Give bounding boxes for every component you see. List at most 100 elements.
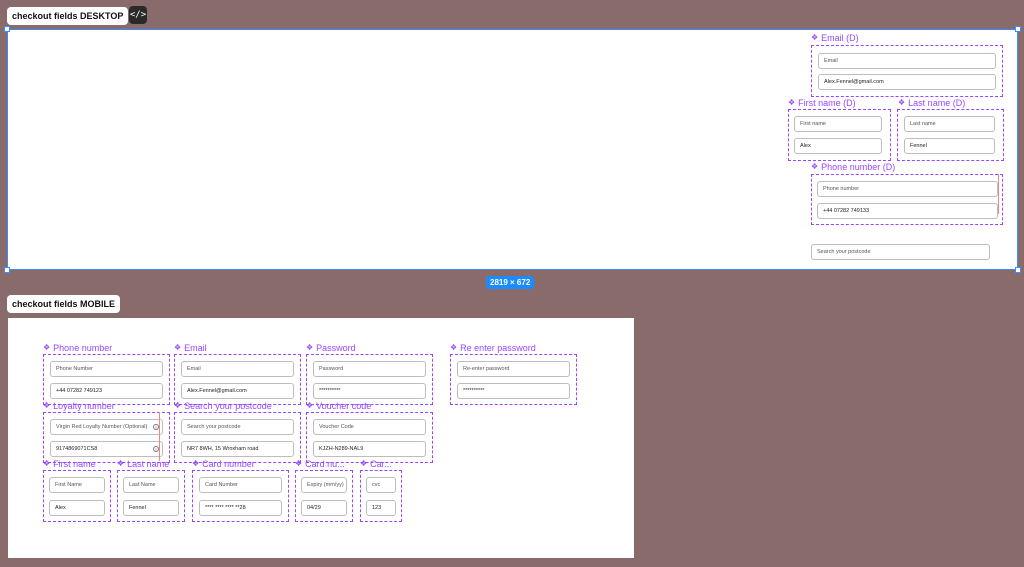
first-name-m-placeholder-field[interactable]: First Name <box>49 477 105 493</box>
desktop-frame-label[interactable]: checkout fields DESKTOP <box>7 7 129 25</box>
last-name-m-title-text: Last name <box>127 459 170 469</box>
loyalty-placeholder-text: Virgin Red Loyalty Number (Optional) <box>56 424 148 430</box>
loyalty-value-text: 9174869071CS8 <box>56 446 98 452</box>
card-number-m-component[interactable]: Card Number **** **** **** **28 <box>192 470 289 522</box>
last-name-d-title-text: Last name (D) <box>908 98 966 108</box>
postcode-m-title: ❖ Search your postcode <box>174 401 272 411</box>
card-expiry-m-component[interactable]: Expiry (mm/yy) 04/29 <box>295 470 353 522</box>
component-icon: ❖ <box>117 459 125 468</box>
component-icon: ❖ <box>811 33 819 42</box>
component-icon: ❖ <box>788 98 796 107</box>
password-m-title-text: Password <box>316 343 356 353</box>
email-m-title-text: Email <box>184 343 207 353</box>
first-name-m-component[interactable]: First Name Alex <box>43 470 111 522</box>
last-name-m-value-field[interactable]: Fennel <box>123 500 179 516</box>
desktop-frame[interactable]: ❖ Email (D) Email Alex.Fennel@gmail.com ❖… <box>4 26 1021 273</box>
resize-handle-tl[interactable] <box>4 26 10 32</box>
phone-m-component[interactable]: Phone Number +44 07282 749123 <box>43 354 170 405</box>
first-name-placeholder-field[interactable]: First name <box>794 116 882 132</box>
first-name-m-value-field[interactable]: Alex <box>49 500 105 516</box>
phone-m-placeholder-field[interactable]: Phone Number <box>50 361 163 377</box>
last-name-value-field[interactable]: Fennel <box>904 138 995 154</box>
email-d-title: ❖ Email (D) <box>811 33 859 43</box>
email-placeholder-field[interactable]: Email <box>818 53 996 69</box>
reenter-placeholder-field[interactable]: Re-enter password <box>457 361 570 377</box>
component-icon: ❖ <box>306 401 314 410</box>
frame-size-badge: 2819 × 672 <box>486 276 535 289</box>
code-icon[interactable]: </> <box>129 6 147 24</box>
voucher-placeholder-field[interactable]: Voucher Code <box>313 419 426 435</box>
component-icon: ❖ <box>43 343 51 352</box>
loyalty-value-field[interactable]: 9174869071CS8? <box>50 441 163 457</box>
postcode-m-component[interactable]: Search your postcode NR7 8WH, 15 Wroxham… <box>174 412 301 463</box>
first-name-d-component[interactable]: First name Alex <box>788 109 891 161</box>
phone-m-value-field[interactable]: +44 07282 749123 <box>50 383 163 399</box>
component-icon: ❖ <box>450 343 458 352</box>
voucher-m-component[interactable]: Voucher Code KJZH-N289-NAL9 <box>306 412 433 463</box>
card-number-m-title: ❖ Card number <box>192 459 255 469</box>
card-cvc-m-component[interactable]: cvc 123 <box>360 470 402 522</box>
password-value-field[interactable]: ********** <box>313 383 426 399</box>
postcode-m-title-text: Search your postcode <box>184 401 272 411</box>
loyalty-m-title-text: Loyalty number <box>53 401 115 411</box>
email-m-placeholder-field[interactable]: Email <box>181 361 294 377</box>
card-expiry-m-title: ❖ Card nu... <box>295 459 345 469</box>
phone-m-title-text: Phone number <box>53 343 113 353</box>
email-m-value-field[interactable]: Alex.Fennel@gmail.com <box>181 383 294 399</box>
password-placeholder-field[interactable]: Password <box>313 361 426 377</box>
resize-handle-tr[interactable] <box>1015 26 1021 32</box>
postcode-m-placeholder-field[interactable]: Search your postcode <box>181 419 294 435</box>
email-m-component[interactable]: Email Alex.Fennel@gmail.com <box>174 354 301 405</box>
last-name-m-placeholder-field[interactable]: Last Name <box>123 477 179 493</box>
phone-d-component[interactable]: Phone number +44 07282 749133 <box>811 174 1003 225</box>
last-name-m-component[interactable]: Last Name Fennel <box>117 470 185 522</box>
component-icon: ❖ <box>811 162 819 171</box>
card-cvc-value-field[interactable]: 123 <box>366 500 396 516</box>
reenter-m-title-text: Re enter password <box>460 343 536 353</box>
loyalty-m-component[interactable]: Virgin Red Loyalty Number (Optional)? 91… <box>43 412 170 463</box>
component-icon: ❖ <box>43 401 51 410</box>
email-d-title-text: Email (D) <box>821 33 859 43</box>
password-m-component[interactable]: Password ********** <box>306 354 433 405</box>
last-name-m-title: ❖ Last name <box>117 459 169 469</box>
card-cvc-m-title-text: Car... <box>370 459 392 469</box>
component-icon: ❖ <box>174 401 182 410</box>
component-icon: ❖ <box>192 459 200 468</box>
red-guide-line <box>998 174 999 214</box>
voucher-m-title: ❖ Voucher code <box>306 401 371 411</box>
card-number-m-title-text: Card number <box>202 459 255 469</box>
reenter-m-title: ❖ Re enter password <box>450 343 536 353</box>
last-name-placeholder-field[interactable]: Last name <box>904 116 995 132</box>
mobile-frame-label[interactable]: checkout fields MOBILE <box>7 295 121 313</box>
mobile-frame[interactable]: ❖ Phone number Phone Number +44 07282 749… <box>8 318 634 558</box>
password-m-title: ❖ Password <box>306 343 356 353</box>
voucher-value-field[interactable]: KJZH-N289-NAL9 <box>313 441 426 457</box>
last-name-d-component[interactable]: Last name Fennel <box>897 109 1004 161</box>
loyalty-placeholder-field[interactable]: Virgin Red Loyalty Number (Optional)? <box>50 419 163 435</box>
card-cvc-placeholder-field[interactable]: cvc <box>366 477 396 493</box>
postcode-m-value-field[interactable]: NR7 8WH, 15 Wroxham road <box>181 441 294 457</box>
card-cvc-m-title: ❖ Car... <box>360 459 392 469</box>
email-d-component[interactable]: Email Alex.Fennel@gmail.com <box>811 45 1003 97</box>
card-expiry-m-title-text: Card nu... <box>305 459 345 469</box>
phone-value-field[interactable]: +44 07282 749133 <box>817 203 998 219</box>
resize-handle-bl[interactable] <box>4 267 10 273</box>
phone-d-title-text: Phone number (D) <box>821 162 896 172</box>
component-icon: ❖ <box>306 343 314 352</box>
component-icon: ❖ <box>43 459 51 468</box>
reenter-value-field[interactable]: ********** <box>457 383 570 399</box>
card-number-placeholder-field[interactable]: Card Number <box>199 477 282 493</box>
resize-handle-br[interactable] <box>1015 267 1021 273</box>
email-value-field[interactable]: Alex.Fennel@gmail.com <box>818 74 996 90</box>
card-number-value-field[interactable]: **** **** **** **28 <box>199 500 282 516</box>
first-name-value-field[interactable]: Alex <box>794 138 882 154</box>
phone-placeholder-field[interactable]: Phone number <box>817 181 998 197</box>
last-name-d-title: ❖ Last name (D) <box>898 98 965 108</box>
card-expiry-placeholder-field[interactable]: Expiry (mm/yy) <box>301 477 347 493</box>
component-icon: ❖ <box>295 459 303 468</box>
red-guide-line <box>159 412 160 461</box>
first-name-m-title-text: First name <box>53 459 96 469</box>
card-expiry-value-field[interactable]: 04/29 <box>301 500 347 516</box>
reenter-m-component[interactable]: Re-enter password ********** <box>450 354 577 405</box>
postcode-search-field[interactable]: Search your postcode <box>811 244 990 260</box>
